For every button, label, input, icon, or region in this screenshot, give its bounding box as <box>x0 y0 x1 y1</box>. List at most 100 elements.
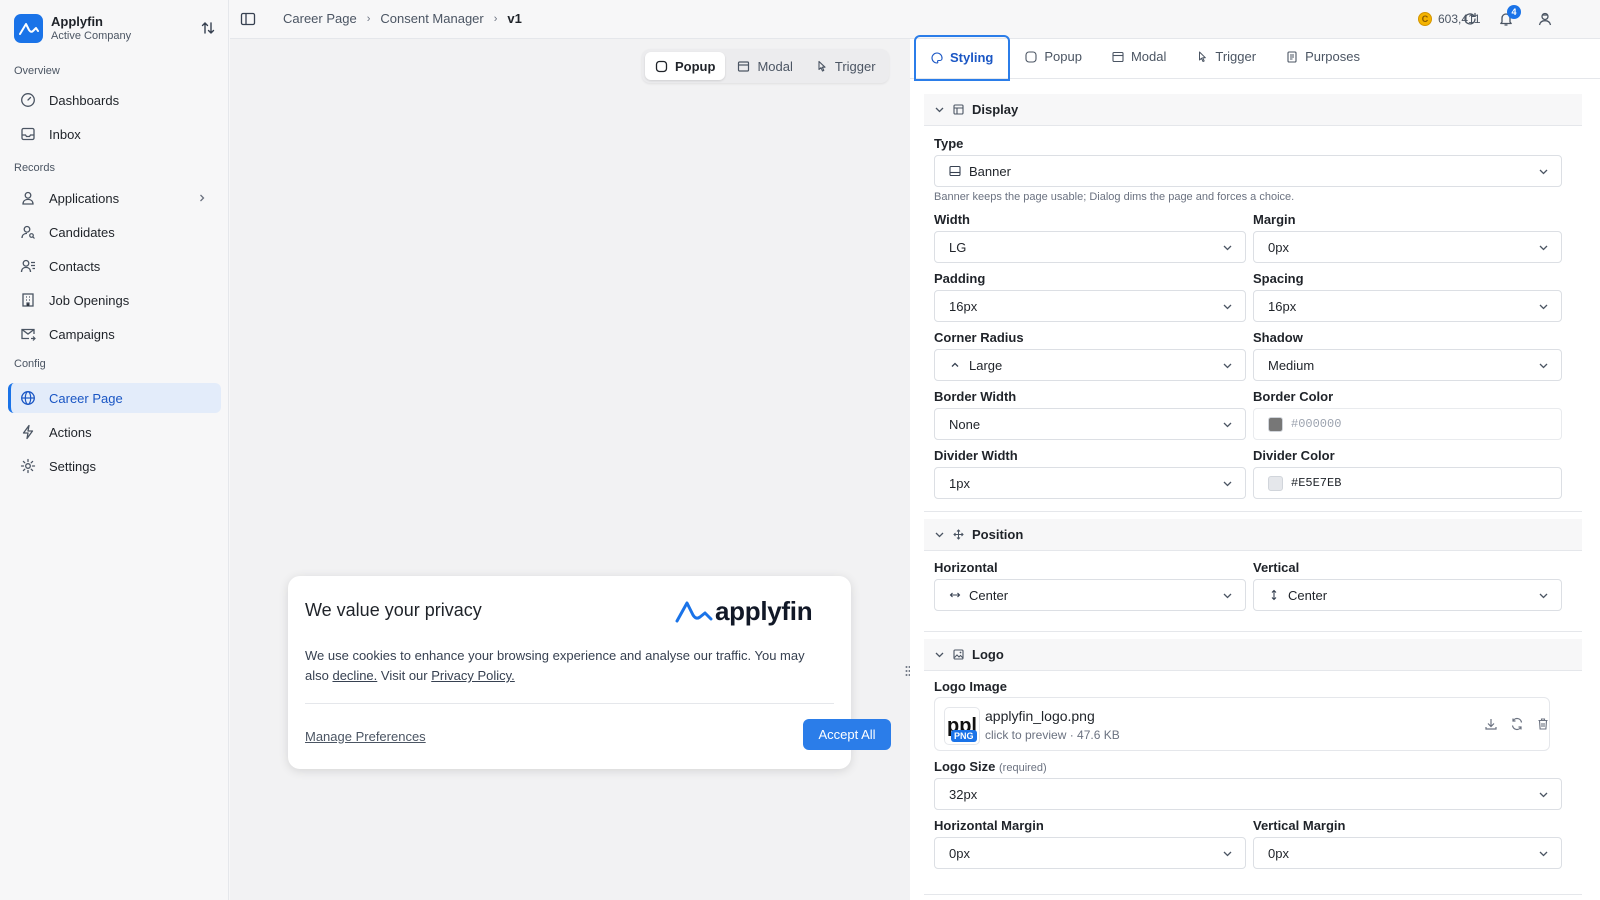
section-divider <box>924 894 1582 895</box>
padding-select[interactable]: 16px <box>934 290 1246 322</box>
tab-purposes[interactable]: Purposes <box>1271 35 1375 79</box>
divider-color-swatch[interactable] <box>1268 475 1283 491</box>
vertical-margin-value: 0px <box>1268 845 1289 861</box>
breadcrumb-item-career-page[interactable]: Career Page <box>283 11 357 26</box>
sidebar-item-inbox[interactable]: Inbox <box>8 119 221 149</box>
file-meta[interactable]: click to preview · 47.6 KB <box>985 728 1120 742</box>
sidebar: Applyfin Active Company Overview Dashboa… <box>0 0 229 900</box>
file-type-badge: PNG <box>951 730 977 742</box>
logo-file-card[interactable]: ppl PNG applyfin_logo.png click to previ… <box>934 697 1550 751</box>
preview-popup-label: Popup <box>675 58 716 74</box>
divider-width-select[interactable]: 1px <box>934 467 1246 499</box>
tab-trigger[interactable]: Trigger <box>1181 35 1271 79</box>
layout-icon <box>953 104 964 115</box>
trash-icon[interactable] <box>1536 717 1550 731</box>
border-width-select[interactable]: None <box>934 408 1246 440</box>
section-title: Logo <box>972 647 1004 662</box>
sidebar-toggle-icon[interactable] <box>240 11 256 27</box>
vertical-value: Center <box>1288 587 1328 603</box>
user-profile-icon[interactable] <box>1537 11 1553 27</box>
preview-trigger-button[interactable]: Trigger <box>805 52 886 80</box>
vertical-margin-select[interactable]: 0px <box>1253 837 1562 869</box>
company-subtitle: Active Company <box>51 29 132 42</box>
margin-value: 0px <box>1268 239 1289 255</box>
sidebar-item-dashboards[interactable]: Dashboards <box>8 85 221 115</box>
section-display-header[interactable]: Display <box>924 94 1582 126</box>
border-color-swatch[interactable] <box>1268 416 1283 432</box>
brand-logo <box>14 14 43 43</box>
preview-trigger-label: Trigger <box>834 58 876 74</box>
download-icon[interactable] <box>1484 717 1498 731</box>
width-value: LG <box>949 239 967 255</box>
vertical-arrows-icon <box>1271 589 1277 601</box>
border-color-label: Border Color <box>1253 389 1334 404</box>
spacing-select[interactable]: 16px <box>1253 290 1562 322</box>
horizontal-margin-select[interactable]: 0px <box>934 837 1246 869</box>
consent-popup-preview: We value your privacy applyfin We use co… <box>288 576 891 769</box>
settings-panel: Styling Popup Modal Trigger Purposes Dis… <box>910 34 1600 900</box>
preview-canvas: Popup Modal Trigger We value your privac… <box>230 38 910 900</box>
refresh-icon[interactable] <box>1462 11 1478 27</box>
sidebar-item-label: Career Page <box>49 390 123 406</box>
sidebar-item-job-openings[interactable]: Job Openings <box>8 285 221 315</box>
preview-modal-button[interactable]: Modal <box>727 52 802 80</box>
company-switcher[interactable]: Applyfin Active Company <box>14 14 131 43</box>
sidebar-item-career-page[interactable]: Career Page <box>8 383 221 413</box>
sidebar-item-settings[interactable]: Settings <box>8 451 221 481</box>
logo-size-label: Logo Size (required) <box>934 759 1047 774</box>
tab-styling[interactable]: Styling <box>914 34 1011 81</box>
switch-company-icon[interactable] <box>200 20 216 36</box>
company-name: Applyfin <box>51 13 103 29</box>
corner-radius-select[interactable]: Large <box>934 349 1246 381</box>
vertical-select[interactable]: Center <box>1253 579 1562 611</box>
privacy-policy-link[interactable]: Privacy Policy. <box>431 668 515 683</box>
breadcrumb-item-consent-manager[interactable]: Consent Manager <box>380 11 483 26</box>
chevron-down-icon <box>935 652 944 658</box>
sidebar-item-label: Actions <box>49 424 92 440</box>
app-root: Applyfin Active Company Overview Dashboa… <box>0 0 1600 900</box>
horizontal-arrows-icon <box>949 592 961 598</box>
divider-color-input[interactable]: #E5E7EB <box>1253 467 1562 499</box>
section-position-header[interactable]: Position <box>924 519 1582 551</box>
popup-logo-text: applyfin <box>715 596 813 626</box>
tab-popup[interactable]: Popup <box>1010 35 1097 79</box>
breadcrumb-separator: › <box>366 12 371 25</box>
tab-modal[interactable]: Modal <box>1097 35 1181 79</box>
tab-label: Trigger <box>1215 49 1257 64</box>
shadow-select[interactable]: Medium <box>1253 349 1562 381</box>
type-hint: Banner keeps the page usable; Dialog dim… <box>934 191 1295 203</box>
sidebar-item-actions[interactable]: Actions <box>8 417 221 447</box>
sidebar-item-applications[interactable]: Applications <box>8 183 221 213</box>
popup-logo: applyfin <box>675 596 813 627</box>
type-select[interactable]: Banner <box>934 155 1562 187</box>
accept-all-button[interactable]: Accept All <box>803 719 891 750</box>
sidebar-item-label: Settings <box>49 458 96 474</box>
chevron-down-icon <box>1223 851 1232 857</box>
sidebar-item-contacts[interactable]: Contacts <box>8 251 221 281</box>
sidebar-item-label: Job Openings <box>49 292 130 308</box>
sidebar-item-label: Inbox <box>49 126 81 142</box>
globe-icon <box>21 391 35 405</box>
chevron-down-icon <box>1223 245 1232 251</box>
preview-mode-switcher: Popup Modal Trigger <box>642 49 889 83</box>
chevron-right-icon[interactable] <box>197 193 207 203</box>
chevron-down-icon <box>1539 593 1548 599</box>
file-name: applyfin_logo.png <box>985 708 1095 724</box>
width-select[interactable]: LG <box>934 231 1246 263</box>
section-records: Records <box>14 162 55 174</box>
sidebar-item-candidates[interactable]: Candidates <box>8 217 221 247</box>
logo-size-select[interactable]: 32px <box>934 778 1562 810</box>
breadcrumb: Career Page › Consent Manager › v1 <box>283 11 522 26</box>
section-divider <box>924 631 1582 632</box>
section-logo-header[interactable]: Logo <box>924 639 1582 671</box>
horizontal-select[interactable]: Center <box>934 579 1246 611</box>
sidebar-item-campaigns[interactable]: Campaigns <box>8 319 221 349</box>
margin-select[interactable]: 0px <box>1253 231 1562 263</box>
decline-link[interactable]: decline. <box>332 668 377 683</box>
preview-popup-button[interactable]: Popup <box>645 52 726 80</box>
chevron-down-icon <box>1223 481 1232 487</box>
manage-preferences-link[interactable]: Manage Preferences <box>305 729 426 744</box>
replace-icon[interactable] <box>1510 717 1524 731</box>
border-color-input[interactable]: #000000 <box>1253 408 1562 440</box>
popup-body: We use cookies to enhance your browsing … <box>305 646 825 686</box>
